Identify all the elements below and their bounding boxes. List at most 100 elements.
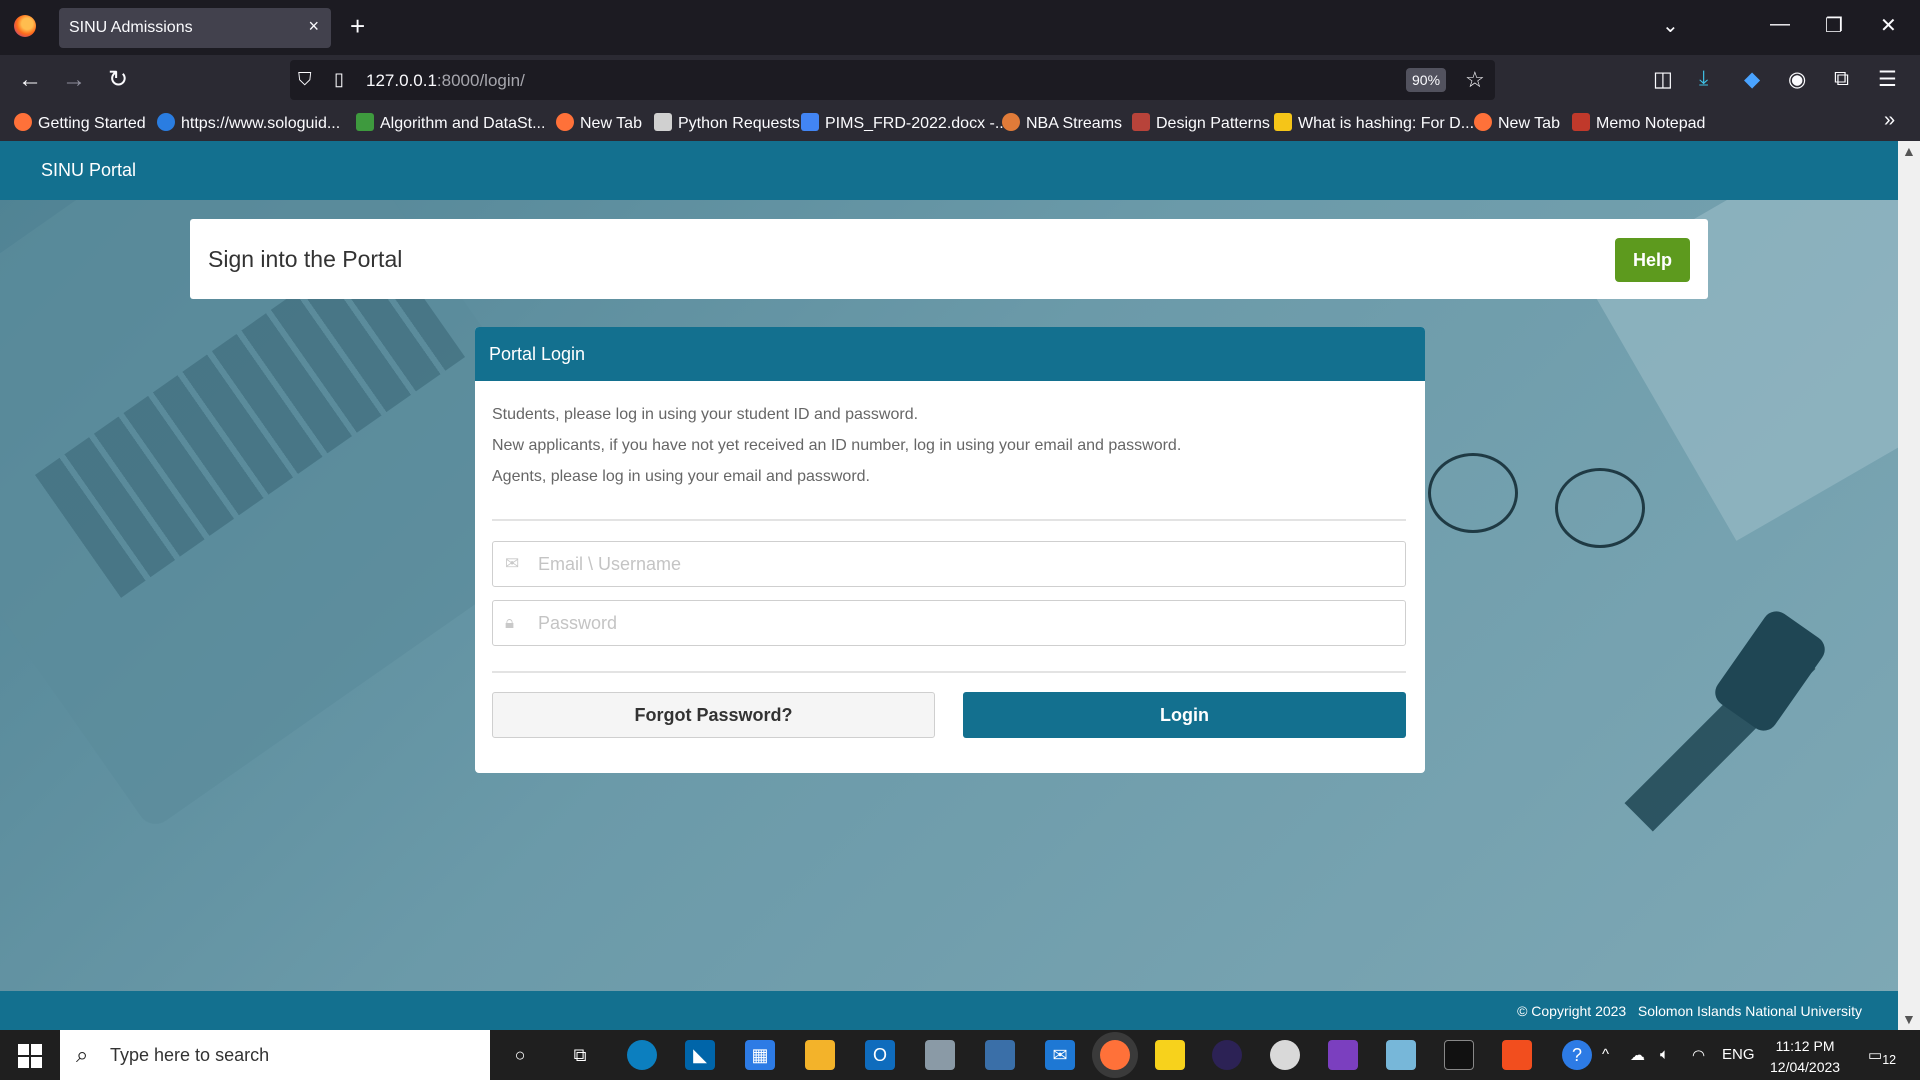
- back-arrow-icon[interactable]: ←: [18, 67, 42, 93]
- app-icon[interactable]: [925, 1040, 955, 1070]
- edge-icon[interactable]: [627, 1040, 657, 1070]
- minimize-button[interactable]: —: [1770, 13, 1790, 36]
- store-icon[interactable]: ▦: [745, 1040, 775, 1070]
- firefox-logo-icon: [14, 15, 36, 37]
- bookmark-label: Python Requests: [678, 115, 800, 132]
- windows-start-icon[interactable]: [18, 1044, 42, 1068]
- bookmark-item[interactable]: Memo Notepad: [1572, 113, 1705, 133]
- account-icon[interactable]: ◉: [1788, 67, 1806, 92]
- task-view-icon[interactable]: ⧉: [565, 1040, 595, 1070]
- volume-icon[interactable]: 🔈︎: [1660, 1046, 1669, 1063]
- bookmarks-overflow-icon[interactable]: »: [1884, 109, 1895, 132]
- notification-count: 12: [1882, 1053, 1897, 1067]
- google-docs-icon: [801, 113, 819, 131]
- mail-icon[interactable]: ✉: [1045, 1040, 1075, 1070]
- address-bar[interactable]: ⛉ ▯ 127.0.0.1:8000/login/ 90% ☆: [290, 60, 1495, 100]
- bookmark-label: PIMS_FRD-2022.docx -...: [825, 115, 1009, 132]
- bookmark-item[interactable]: New Tab: [556, 113, 642, 133]
- notification-icon[interactable]: ▭12: [1868, 1046, 1896, 1067]
- email-input[interactable]: [538, 542, 1398, 586]
- taskbar-clock[interactable]: 11:12 PM 12/04/2023: [1770, 1036, 1840, 1078]
- tab-close-icon[interactable]: ×: [308, 16, 319, 37]
- forward-arrow-icon[interactable]: →: [62, 67, 86, 93]
- page-title: Sign into the Portal: [208, 246, 403, 272]
- email-field[interactable]: ✉: [492, 541, 1406, 587]
- new-tab-button[interactable]: +: [350, 12, 365, 40]
- paint-icon[interactable]: [1270, 1040, 1300, 1070]
- menu-hamburger-icon[interactable]: ☰: [1878, 67, 1897, 92]
- document-icon: [654, 113, 672, 131]
- help-button[interactable]: Help: [1615, 238, 1690, 282]
- restore-button[interactable]: ❐: [1825, 13, 1843, 38]
- vscode-icon[interactable]: ◣: [685, 1040, 715, 1070]
- bookmark-star-icon[interactable]: ☆: [1465, 67, 1485, 93]
- divider: [492, 519, 1406, 521]
- shield-icon[interactable]: ⛉: [298, 69, 312, 90]
- page-footer: © Copyright 2023 Solomon Islands Nationa…: [0, 991, 1898, 1030]
- basketball-icon: [1002, 113, 1020, 131]
- wifi-icon[interactable]: ◠: [1692, 1046, 1705, 1064]
- taskbar-search-box[interactable]: ⌕ Type here to search: [60, 1030, 490, 1080]
- sticky-notes-icon[interactable]: [1155, 1040, 1185, 1070]
- instruction-agents: Agents, please log in using your email a…: [492, 468, 870, 485]
- password-field[interactable]: 🔒︎: [492, 600, 1406, 646]
- bookmark-item[interactable]: https://www.sologuid...: [157, 113, 340, 133]
- background-glasses-image: [1428, 453, 1518, 533]
- browser-tab[interactable]: SINU Admissions ×: [59, 8, 331, 48]
- extensions-puzzle-icon[interactable]: ⧉: [1834, 67, 1849, 91]
- bookmark-label: NBA Streams: [1026, 115, 1123, 132]
- bookmark-item[interactable]: Design Patterns: [1132, 113, 1270, 133]
- tab-list-chevron-icon[interactable]: ⌄: [1662, 13, 1679, 38]
- url-text[interactable]: 127.0.0.1:8000/login/: [366, 71, 525, 91]
- pocket-icon[interactable]: ◫: [1653, 67, 1673, 92]
- bookmark-item[interactable]: What is hashing: For D...: [1274, 113, 1474, 133]
- bookmark-label: New Tab: [1498, 115, 1560, 132]
- figma-icon[interactable]: [1502, 1040, 1532, 1070]
- bookmark-item[interactable]: PIMS_FRD-2022.docx -...: [801, 113, 1008, 133]
- extension-fox-icon[interactable]: ◆: [1744, 67, 1760, 92]
- bookmark-item[interactable]: Getting Started: [14, 113, 146, 133]
- firefox-taskbar-icon[interactable]: [1100, 1040, 1130, 1070]
- portal-brand[interactable]: SINU Portal: [41, 160, 136, 181]
- page-scrollbar[interactable]: ▲ ▼: [1898, 141, 1920, 1030]
- organization-name: Solomon Islands National University: [1637, 1003, 1862, 1019]
- bookmark-item[interactable]: Algorithm and DataSt...: [356, 113, 545, 133]
- terminal-icon[interactable]: [1444, 1040, 1474, 1070]
- envelope-icon: ✉: [505, 554, 520, 573]
- forgot-password-button[interactable]: Forgot Password?: [492, 692, 935, 738]
- instruction-applicants: New applicants, if you have not yet rece…: [492, 437, 1182, 454]
- bookmark-item[interactable]: NBA Streams: [1002, 113, 1122, 133]
- bookmark-label: Memo Notepad: [1596, 115, 1706, 132]
- password-input[interactable]: [538, 601, 1398, 645]
- lock-icon: 🔒︎: [505, 613, 515, 632]
- bookmark-item[interactable]: New Tab: [1474, 113, 1560, 133]
- mysql-icon[interactable]: [985, 1040, 1015, 1070]
- scroll-down-icon[interactable]: ▼: [1902, 1011, 1916, 1027]
- cortana-icon[interactable]: ○: [505, 1040, 535, 1070]
- visual-studio-icon[interactable]: [1328, 1040, 1358, 1070]
- chevron-up-icon[interactable]: ^: [1602, 1046, 1609, 1063]
- login-button[interactable]: Login: [963, 692, 1406, 738]
- instruction-students: Students, please log in using your stude…: [492, 406, 919, 423]
- scroll-up-icon[interactable]: ▲: [1902, 143, 1916, 159]
- bookmark-item[interactable]: Python Requests: [654, 113, 800, 133]
- file-explorer-icon[interactable]: [805, 1040, 835, 1070]
- outlook-icon[interactable]: O: [865, 1040, 895, 1070]
- help-icon[interactable]: ?: [1562, 1040, 1592, 1070]
- reload-icon[interactable]: ↻: [108, 67, 128, 93]
- downloads-icon[interactable]: ⤓: [1699, 67, 1708, 91]
- url-path: :8000/login/: [436, 71, 525, 90]
- bookmarks-bar: Getting Started https://www.sologuid... …: [0, 105, 1920, 141]
- signin-panel: Sign into the Portal Help: [190, 219, 1708, 299]
- page-info-icon[interactable]: ▯: [334, 69, 344, 90]
- bookmark-label: What is hashing: For D...: [1298, 115, 1475, 132]
- zoom-level-badge[interactable]: 90%: [1406, 68, 1447, 92]
- app-icon[interactable]: [1386, 1040, 1416, 1070]
- search-placeholder: Type here to search: [110, 1045, 270, 1065]
- close-window-button[interactable]: ✕: [1880, 13, 1897, 38]
- language-indicator[interactable]: ENG: [1722, 1046, 1755, 1063]
- copyright-text: © Copyright 2023: [1517, 1003, 1627, 1019]
- design-patterns-icon: [1132, 113, 1150, 131]
- onedrive-icon[interactable]: ☁: [1630, 1046, 1645, 1064]
- eclipse-icon[interactable]: [1212, 1040, 1242, 1070]
